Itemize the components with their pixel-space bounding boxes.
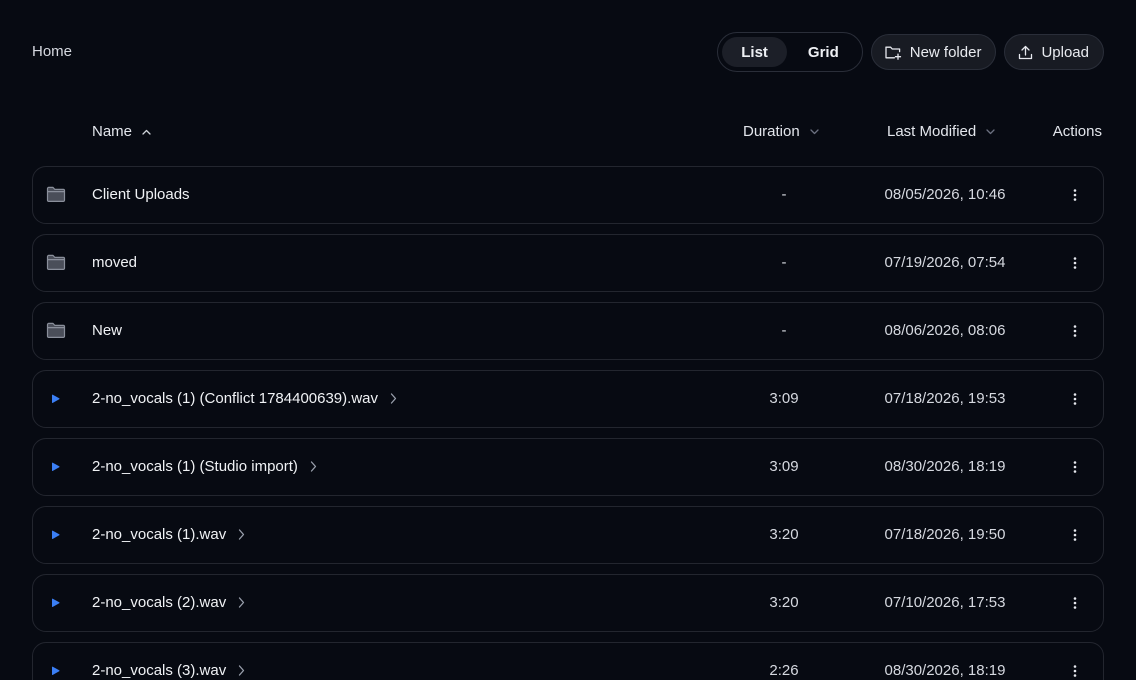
- row-name: 2-no_vocals (1) (Studio import): [92, 458, 317, 475]
- chevron-down-icon: [986, 128, 995, 135]
- upload-button[interactable]: Upload: [1004, 34, 1104, 70]
- row-duration: -: [781, 322, 787, 339]
- row-name: 2-no_vocals (1).wav: [92, 526, 245, 543]
- chevron-right-icon[interactable]: [238, 529, 245, 540]
- table-row[interactable]: Client Uploads - 08/05/2026, 10:46: [32, 166, 1104, 224]
- table-row[interactable]: 2-no_vocals (1) (Studio import) 3:09 08/30…: [32, 438, 1104, 496]
- table-row[interactable]: 2-no_vocals (1).wav 3:20 07/18/2026, 19:50: [32, 506, 1104, 564]
- play-icon[interactable]: [46, 662, 66, 680]
- play-icon[interactable]: [46, 390, 66, 408]
- row-name-label: moved: [92, 254, 138, 271]
- play-icon[interactable]: [46, 458, 66, 476]
- column-modified-label: Last Modified: [887, 123, 977, 140]
- view-toggle: List Grid: [717, 32, 863, 72]
- column-name-label: Name: [92, 123, 133, 140]
- row-name-label: 2-no_vocals (2).wav: [92, 594, 227, 611]
- row-modified: 07/10/2026, 17:53: [884, 594, 1006, 611]
- more-vertical-icon[interactable]: [1065, 184, 1085, 206]
- new-folder-label: New folder: [909, 43, 982, 61]
- row-name: moved: [92, 254, 137, 271]
- toolbar: List Grid New folder Upload: [717, 32, 1104, 72]
- view-list-button[interactable]: List: [722, 37, 787, 67]
- file-list: Client Uploads - 08/05/2026, 10:46 moved - 07…: [32, 166, 1104, 680]
- row-name-label: 2-no_vocals (1) (Conflict 1784400639).wa…: [92, 390, 378, 407]
- table-row[interactable]: 2-no_vocals (2).wav 3:20 07/10/2026, 17:53: [32, 574, 1104, 632]
- row-modified: 08/30/2026, 18:19: [884, 458, 1006, 475]
- chevron-right-icon[interactable]: [310, 461, 317, 472]
- column-header-duration[interactable]: Duration: [743, 123, 819, 140]
- folder-icon: [46, 254, 66, 272]
- row-modified: 08/30/2026, 18:19: [884, 662, 1006, 679]
- more-vertical-icon[interactable]: [1065, 660, 1085, 680]
- play-icon[interactable]: [46, 526, 66, 544]
- folder-icon: [46, 322, 66, 340]
- table-row[interactable]: New - 08/06/2026, 08:06: [32, 302, 1104, 360]
- column-actions-label: Actions: [1052, 123, 1102, 140]
- file-browser: Home List Grid New folder Upload Name Du…: [0, 0, 1136, 680]
- table-row[interactable]: moved - 07/19/2026, 07:54: [32, 234, 1104, 292]
- row-modified: 07/18/2026, 19:50: [884, 526, 1006, 543]
- folder-plus-icon: [885, 45, 902, 60]
- chevron-right-icon[interactable]: [238, 665, 245, 676]
- row-name-label: 2-no_vocals (1) (Studio import): [92, 458, 298, 475]
- row-duration: 3:20: [769, 526, 799, 543]
- chevron-right-icon[interactable]: [238, 597, 245, 608]
- view-grid-button[interactable]: Grid: [789, 37, 858, 67]
- row-name: Client Uploads: [92, 186, 190, 203]
- row-modified: 07/18/2026, 19:53: [884, 390, 1006, 407]
- new-folder-button[interactable]: New folder: [870, 34, 997, 70]
- upload-label: Upload: [1041, 43, 1089, 61]
- row-name: New: [92, 322, 122, 339]
- more-vertical-icon[interactable]: [1065, 320, 1085, 342]
- row-modified: 07/19/2026, 07:54: [884, 254, 1006, 271]
- row-name: 2-no_vocals (2).wav: [92, 594, 245, 611]
- table-header: Name Duration Last Modified Actions: [32, 120, 1104, 144]
- more-vertical-icon[interactable]: [1065, 524, 1085, 546]
- row-duration: 3:20: [769, 594, 799, 611]
- row-name-label: 2-no_vocals (3).wav: [92, 662, 227, 679]
- more-vertical-icon[interactable]: [1065, 592, 1085, 614]
- column-header-modified[interactable]: Last Modified: [887, 123, 995, 140]
- row-duration: 3:09: [769, 390, 799, 407]
- chevron-up-icon: [142, 129, 151, 135]
- breadcrumb: Home: [32, 43, 72, 60]
- row-modified: 08/06/2026, 08:06: [884, 322, 1006, 339]
- row-name-label: 2-no_vocals (1).wav: [92, 526, 227, 543]
- folder-icon: [46, 186, 66, 204]
- more-vertical-icon[interactable]: [1065, 252, 1085, 274]
- chevron-right-icon[interactable]: [390, 393, 397, 404]
- row-name: 2-no_vocals (3).wav: [92, 662, 245, 679]
- column-header-name[interactable]: Name: [92, 123, 151, 140]
- breadcrumb-home[interactable]: Home: [32, 43, 72, 60]
- table-row[interactable]: 2-no_vocals (1) (Conflict 1784400639).wa…: [32, 370, 1104, 428]
- table-row[interactable]: 2-no_vocals (3).wav 2:26 08/30/2026, 18:19: [32, 642, 1104, 680]
- row-name-label: Client Uploads: [92, 186, 190, 203]
- chevron-down-icon: [810, 128, 819, 135]
- more-vertical-icon[interactable]: [1065, 456, 1085, 478]
- more-vertical-icon[interactable]: [1065, 388, 1085, 410]
- row-duration: -: [781, 254, 787, 271]
- play-icon[interactable]: [46, 594, 66, 612]
- row-name-label: New: [92, 322, 123, 339]
- row-name: 2-no_vocals (1) (Conflict 1784400639).wa…: [92, 390, 397, 407]
- row-duration: 2:26: [769, 662, 799, 679]
- row-modified: 08/05/2026, 10:46: [884, 186, 1006, 203]
- column-duration-label: Duration: [743, 123, 800, 140]
- row-duration: 3:09: [769, 458, 799, 475]
- upload-icon: [1018, 45, 1033, 60]
- column-header-actions: Actions: [1053, 123, 1102, 140]
- row-duration: -: [781, 186, 787, 203]
